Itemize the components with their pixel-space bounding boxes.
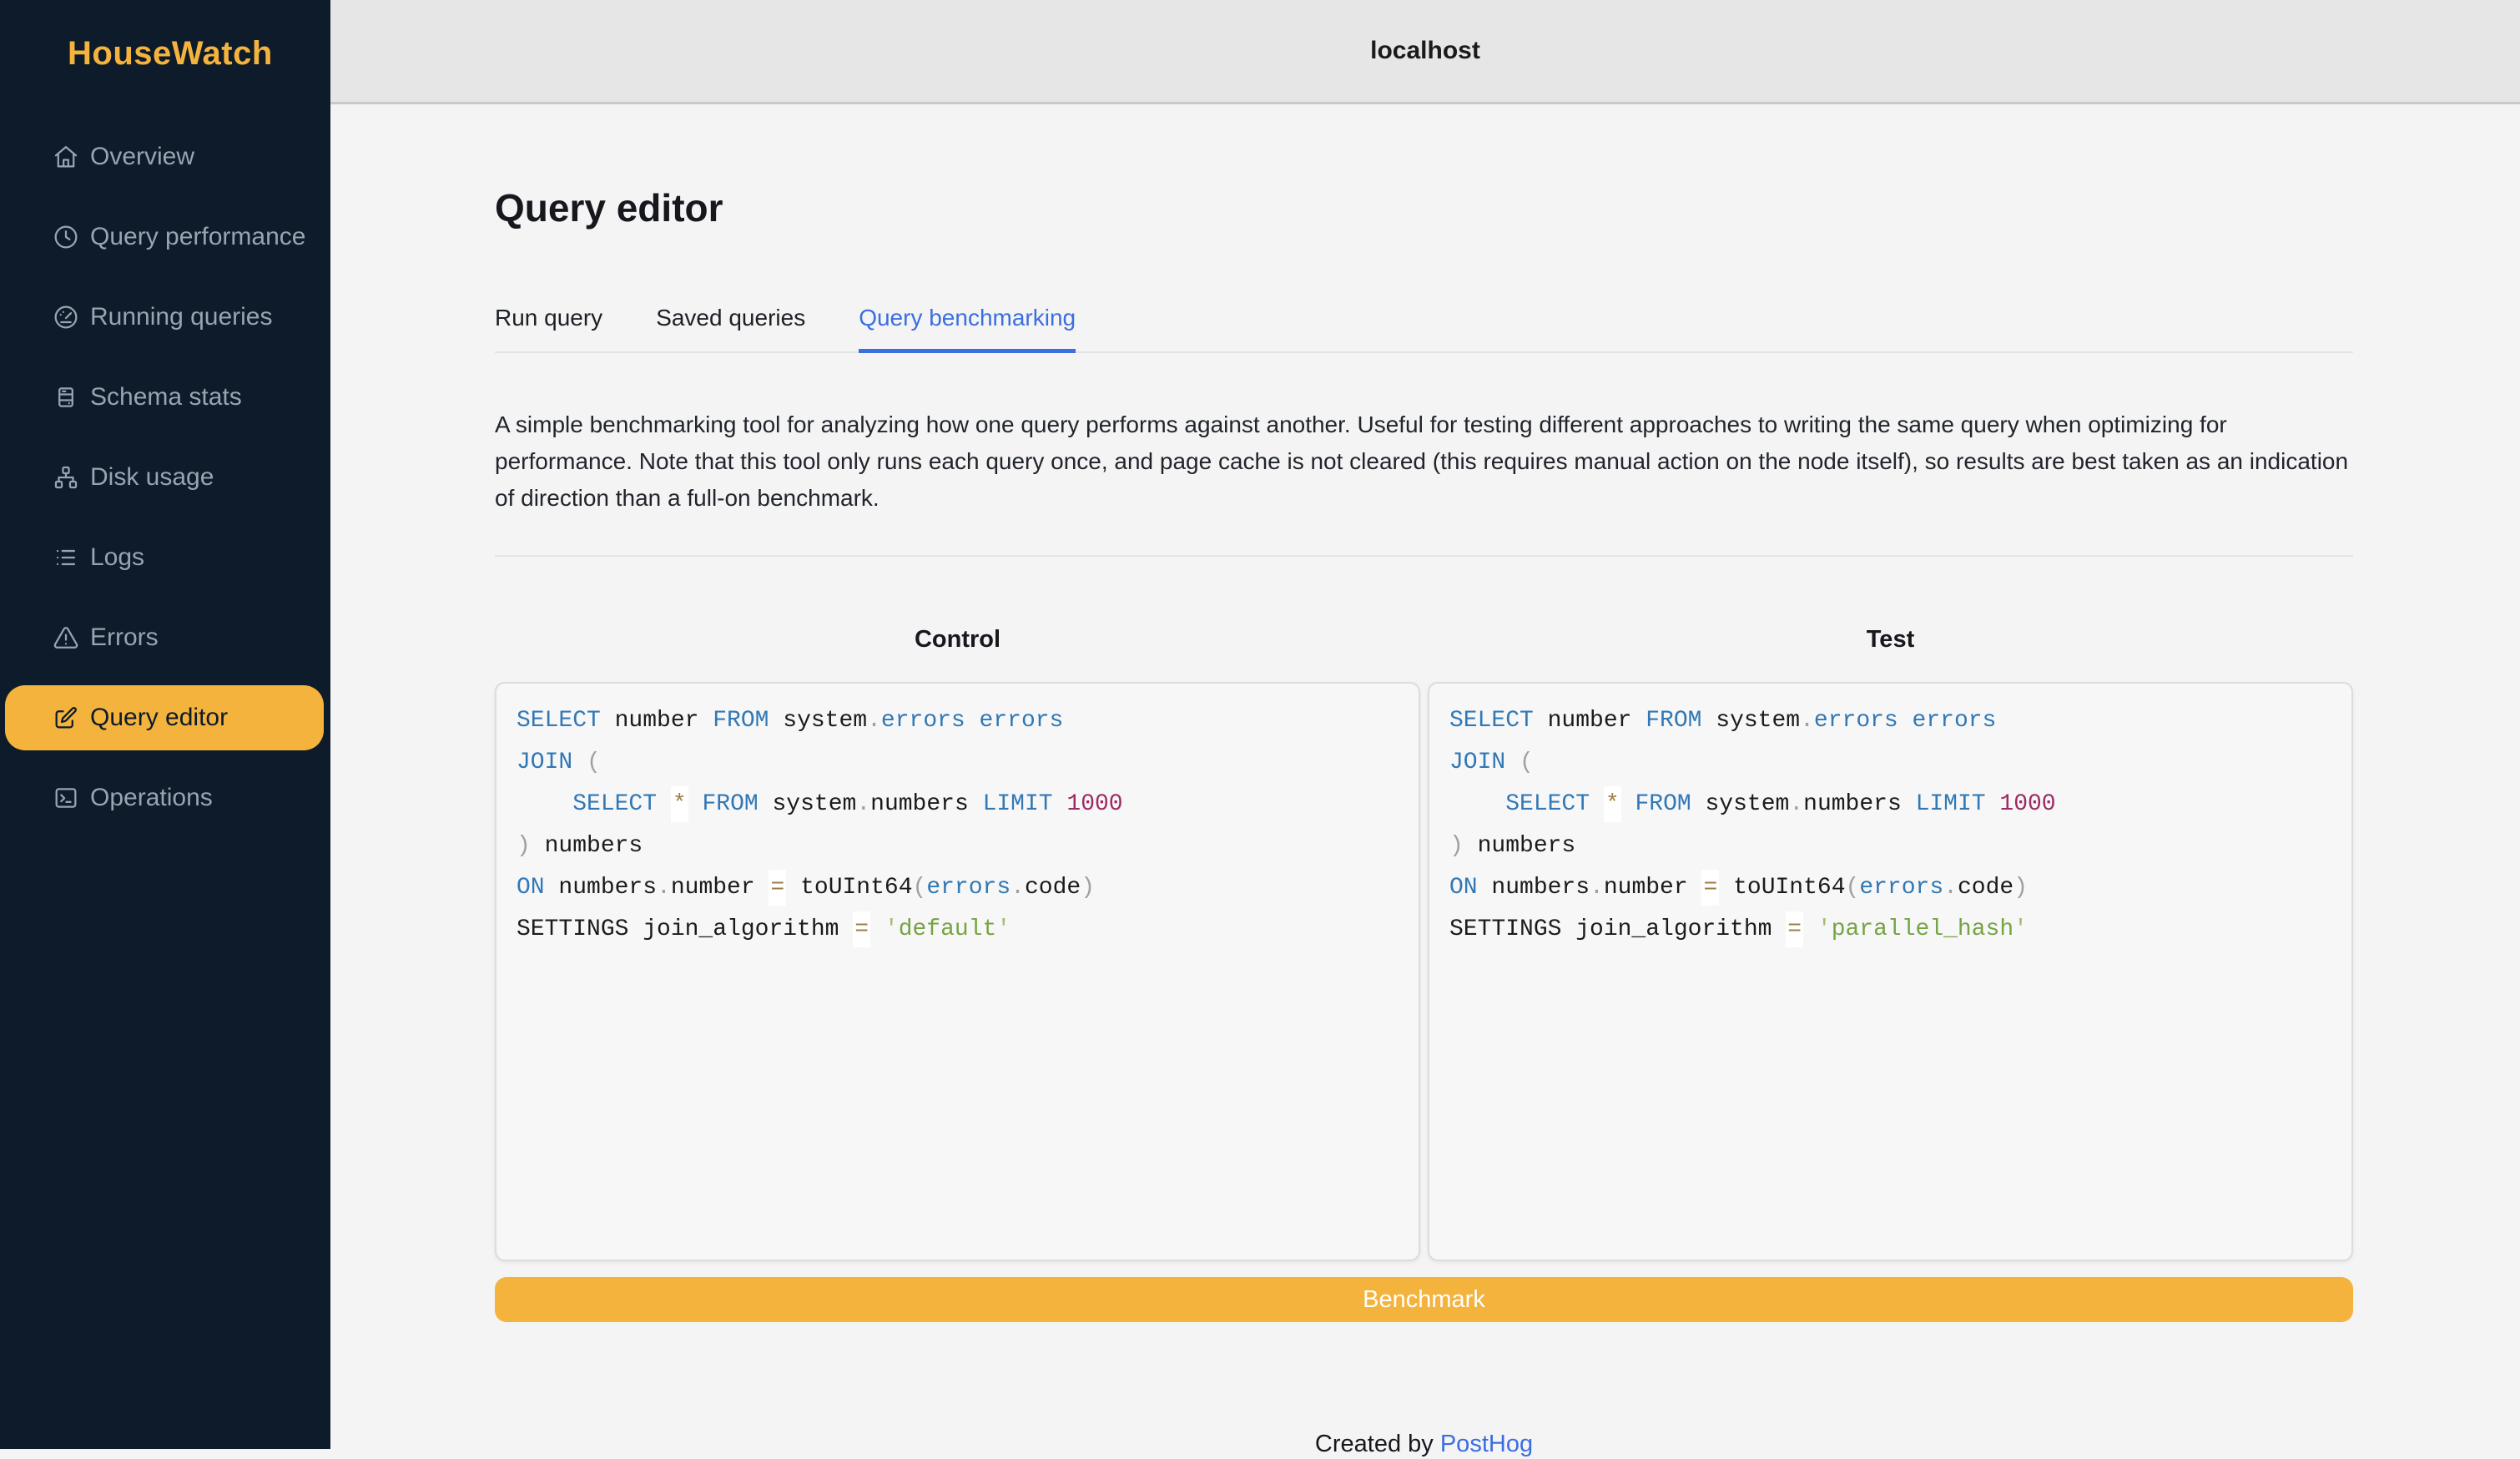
code-line: SELECT * FROM system.numbers LIMIT 1000: [1449, 784, 2331, 825]
server-icon: [52, 383, 80, 411]
footer: Created by PostHog: [495, 1429, 2353, 1459]
sidebar-nav: Overview Query performance Running queries…: [5, 124, 324, 846]
control-query-editor[interactable]: SELECT number FROM system.errors errors J…: [495, 682, 1420, 1261]
sidebar-item-label: Operations: [90, 784, 213, 811]
code-line: ON numbers.number = toUInt64(errors.code…: [517, 867, 1399, 909]
benchmark-description: A simple benchmarking tool for analyzing…: [495, 411, 2349, 511]
code-line: JOIN (: [517, 750, 601, 775]
code-line: ) numbers: [1449, 833, 1576, 859]
sidebar-item-overview[interactable]: Overview: [5, 124, 324, 189]
clock-icon: [52, 223, 80, 251]
sidebar-item-label: Schema stats: [90, 383, 242, 411]
test-column-label: Test: [1866, 626, 1915, 653]
main-content: Query editor Run query Saved queries Query…: [495, 104, 2353, 1459]
sidebar-item-label: Logs: [90, 543, 145, 571]
terminal-icon: [52, 784, 80, 812]
edit-icon: [52, 704, 80, 732]
home-icon: [52, 143, 80, 171]
alert-triangle-icon: [52, 623, 80, 652]
sidebar-item-logs[interactable]: Logs: [5, 525, 324, 590]
sidebar-item-label: Disk usage: [90, 463, 214, 491]
gauge-icon: [52, 303, 80, 331]
code-line: JOIN (: [1449, 750, 1534, 775]
tab-query-benchmarking[interactable]: Query benchmarking: [859, 304, 1076, 353]
benchmark-button[interactable]: Benchmark: [495, 1277, 2353, 1322]
tab-saved-queries[interactable]: Saved queries: [656, 304, 805, 351]
tabs: Run query Saved queries Query benchmarking: [495, 304, 2353, 353]
posthog-link[interactable]: PostHog: [1440, 1431, 1533, 1457]
page-title: Query editor: [495, 186, 723, 230]
sidebar: HouseWatch Overview Query performance Runn…: [0, 0, 330, 1449]
benchmark-column-headers: Control Test: [495, 625, 2353, 654]
sitemap-icon: [52, 463, 80, 492]
sidebar-item-operations[interactable]: Operations: [5, 765, 324, 830]
sidebar-item-schema-stats[interactable]: Schema stats: [5, 365, 324, 430]
sidebar-item-label: Overview: [90, 143, 195, 170]
sidebar-item-label: Running queries: [90, 303, 273, 331]
list-icon: [52, 543, 80, 572]
sidebar-item-query-performance[interactable]: Query performance: [5, 204, 324, 270]
sidebar-item-errors[interactable]: Errors: [5, 605, 324, 670]
code-line: SELECT * FROM system.numbers LIMIT 1000: [517, 784, 1399, 825]
sidebar-item-label: Query editor: [90, 704, 229, 731]
sidebar-item-label: Query performance: [90, 223, 306, 250]
code-line: SELECT number FROM system.errors errors: [1449, 708, 1997, 734]
code-line: SETTINGS join_algorithm = 'default': [517, 909, 1399, 951]
code-line: ) numbers: [517, 833, 643, 859]
top-header: localhost: [330, 0, 2520, 104]
code-line: SELECT number FROM system.errors errors: [517, 708, 1064, 734]
code-line: ON numbers.number = toUInt64(errors.code…: [1449, 867, 2331, 909]
host-label: localhost: [1370, 37, 1480, 64]
test-query-editor[interactable]: SELECT number FROM system.errors errors J…: [1428, 682, 2353, 1261]
code-line: SETTINGS join_algorithm = 'parallel_hash…: [1449, 909, 2331, 951]
sidebar-item-disk-usage[interactable]: Disk usage: [5, 445, 324, 510]
divider: [495, 555, 2353, 557]
sidebar-item-query-editor[interactable]: Query editor: [5, 685, 324, 750]
control-column-label: Control: [914, 626, 1001, 653]
sidebar-item-label: Errors: [90, 623, 159, 651]
sidebar-item-running-queries[interactable]: Running queries: [5, 285, 324, 350]
app-logo: HouseWatch: [68, 35, 273, 72]
benchmark-editors: SELECT number FROM system.errors errors J…: [495, 682, 2353, 1261]
tab-run-query[interactable]: Run query: [495, 304, 602, 351]
created-by-text: Created by: [1314, 1431, 1440, 1457]
